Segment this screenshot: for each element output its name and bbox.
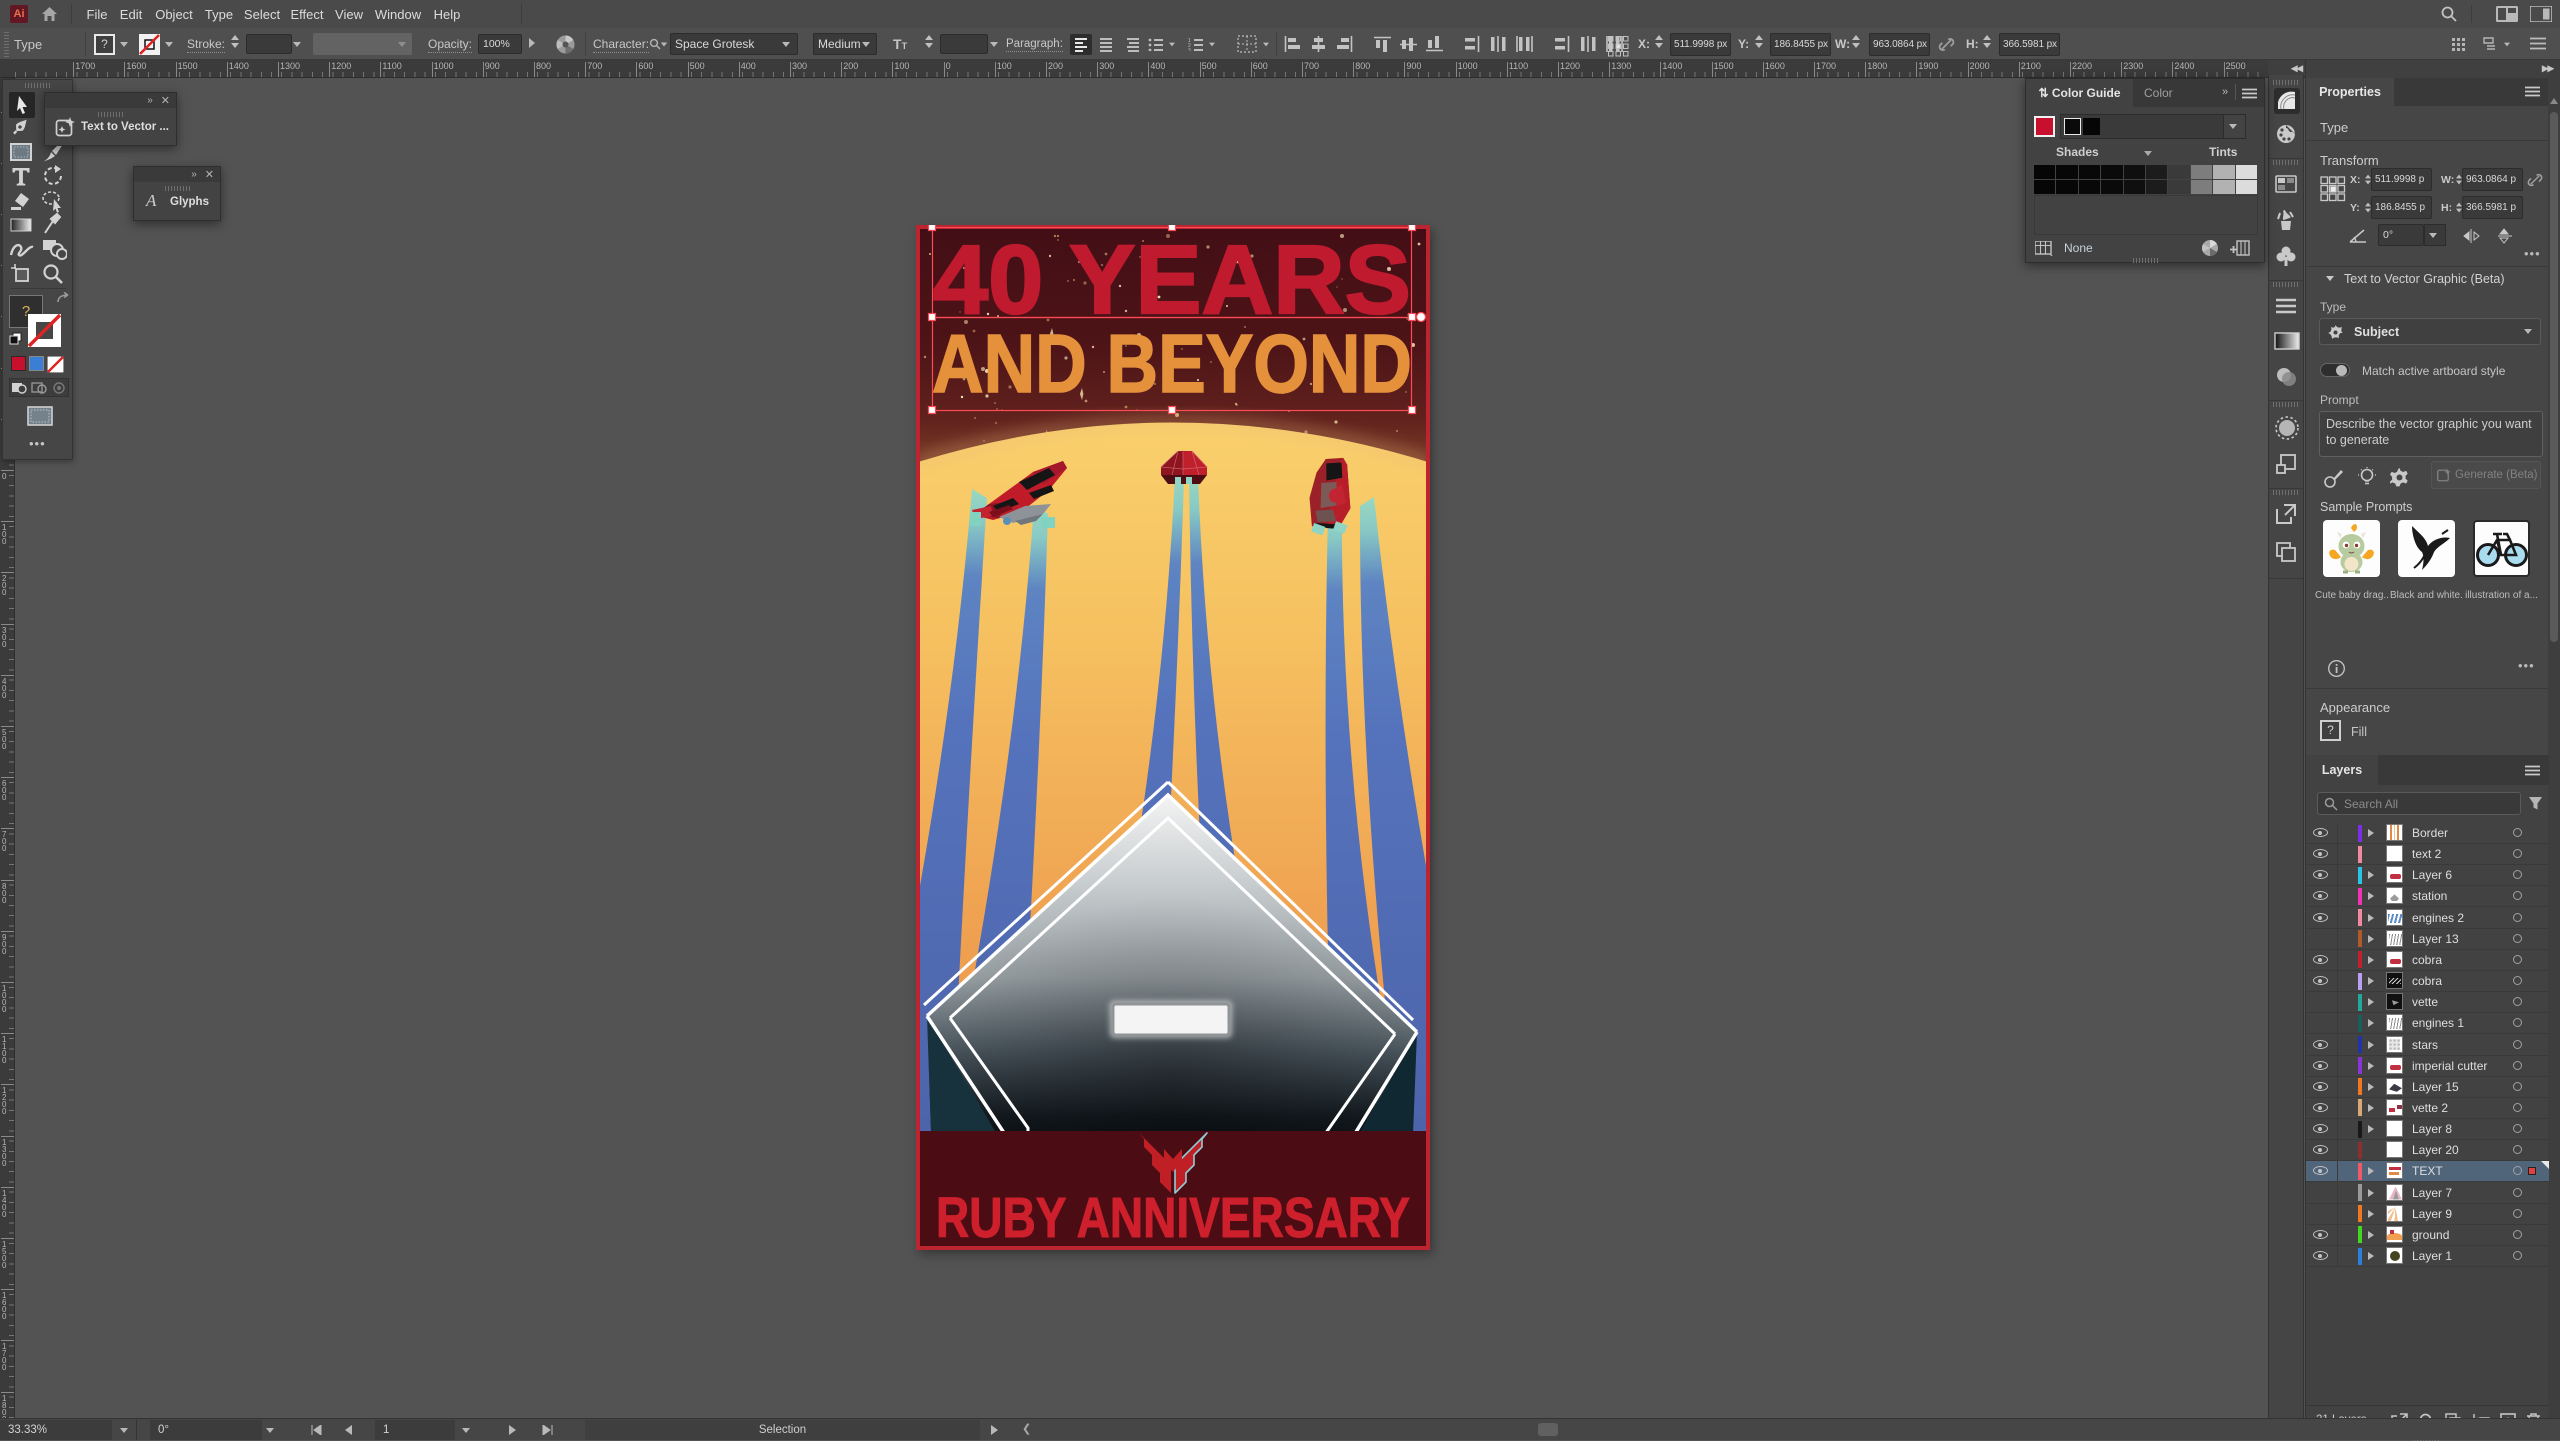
svg-text:AND BEYOND: AND BEYOND <box>932 317 1412 410</box>
svg-text:3: 3 <box>1188 48 1191 51</box>
svg-text:RUBY ANNIVERSARY: RUBY ANNIVERSARY <box>936 1186 1410 1250</box>
